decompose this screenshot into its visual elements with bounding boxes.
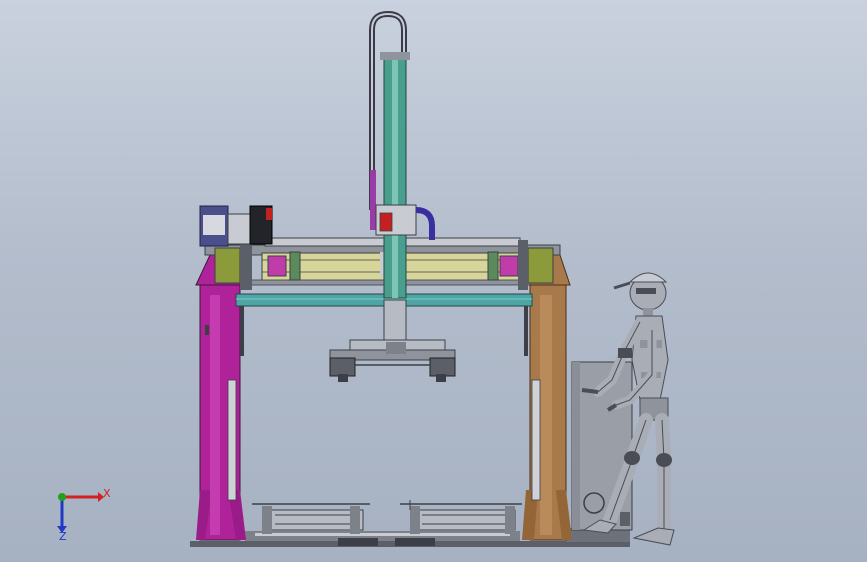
bearing-right — [487, 251, 519, 281]
lower-roller-right — [400, 500, 522, 534]
mast-carriage — [375, 204, 435, 240]
drive-motor — [199, 205, 273, 247]
end-housing-left — [214, 240, 252, 290]
end-housing-right — [518, 240, 554, 290]
gripper-head — [329, 339, 456, 382]
bearing-left — [267, 251, 301, 281]
coordinate-triad-icon — [57, 492, 104, 533]
vertical-mast — [380, 52, 410, 346]
axis-z-label: Z — [59, 530, 67, 543]
cad-scene — [57, 10, 675, 547]
axis-x-label: X — [103, 487, 111, 500]
lower-roller-left — [252, 503, 370, 534]
